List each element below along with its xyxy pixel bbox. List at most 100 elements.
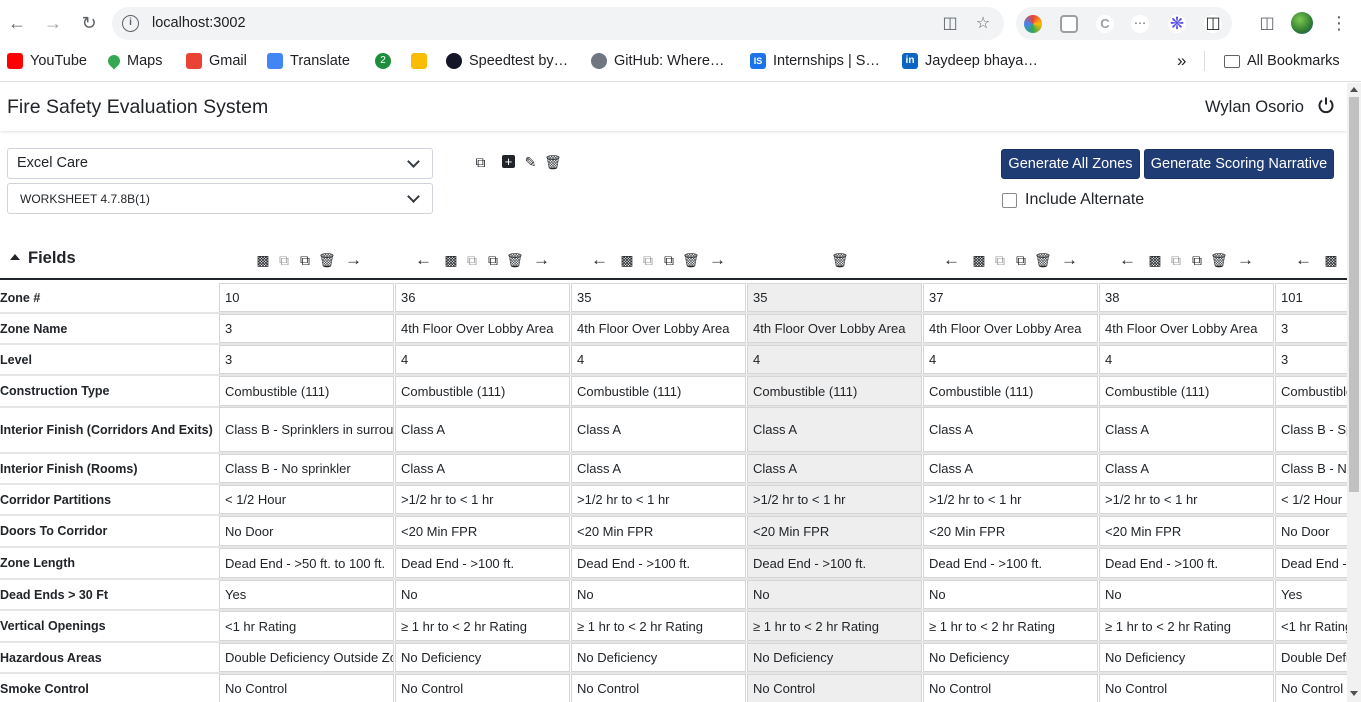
menu-kebab-icon[interactable]: ⋮ <box>1327 11 1351 35</box>
table-cell[interactable]: No Control <box>571 674 746 702</box>
table-cell[interactable]: <20 Min FPR <box>747 516 922 546</box>
table-cell[interactable]: Dead End - >100 ft. <box>395 548 570 578</box>
arrow-left-icon[interactable]: ← <box>943 251 960 268</box>
bookmark-translate[interactable]: Translate <box>267 51 350 71</box>
trash-icon[interactable]: 🗑 <box>318 252 336 268</box>
trash-icon[interactable]: 🗑 <box>1034 252 1052 268</box>
install-app-icon[interactable]: ◫ <box>941 15 959 33</box>
table-cell[interactable]: 36 <box>395 283 570 312</box>
gear-extension-icon[interactable]: ❋ <box>1168 15 1186 33</box>
table-cell[interactable]: 4th Floor Over Lobby Area <box>1099 314 1274 343</box>
power-icon[interactable] <box>1317 96 1335 114</box>
table-cell[interactable]: 4 <box>571 345 746 374</box>
table-cell[interactable]: ≥ 1 hr to < 2 hr Rating <box>395 611 570 641</box>
table-cell[interactable]: ≥ 1 hr to < 2 hr Rating <box>923 611 1098 641</box>
pdf-icon[interactable]: ▩ <box>971 252 987 268</box>
shield-extension-icon[interactable] <box>1060 15 1078 33</box>
table-cell[interactable]: <20 Min FPR <box>395 516 570 546</box>
table-cell[interactable]: Combustible (111) <box>395 376 570 406</box>
bookmark-maps[interactable]: Maps <box>105 51 162 71</box>
arrow-left-icon[interactable]: ← <box>415 251 432 268</box>
table-cell[interactable]: No <box>923 580 1098 609</box>
table-cell[interactable]: Double Deficiency Outside Zone <box>219 643 394 672</box>
table-cell[interactable]: No Control <box>923 674 1098 702</box>
table-cell[interactable]: < 1/2 Hour <box>1275 485 1347 514</box>
table-cell[interactable]: <20 Min FPR <box>571 516 746 546</box>
arrow-left-icon[interactable]: ← <box>1119 251 1136 268</box>
table-cell[interactable]: No <box>571 580 746 609</box>
table-cell[interactable]: Combustible (111) <box>1099 376 1274 406</box>
table-cell[interactable]: Class A <box>571 407 746 452</box>
table-cell[interactable]: Class A <box>923 407 1098 452</box>
bookmark-youtube[interactable]: YouTube <box>7 51 87 71</box>
code-extension-icon[interactable]: C <box>1096 15 1114 33</box>
all-bookmarks[interactable]: All Bookmarks <box>1224 51 1340 71</box>
color-extension-icon[interactable] <box>1024 15 1042 33</box>
bookmark-linkedin[interactable]: in Jaydeep bhaya… <box>902 51 1038 71</box>
trash-icon[interactable]: 🗑 <box>1210 252 1228 268</box>
table-cell[interactable]: No Control <box>1099 674 1274 702</box>
copy-icon[interactable]: ⧉ <box>1168 252 1184 268</box>
table-cell[interactable]: No Deficiency <box>747 643 922 672</box>
table-cell[interactable]: No Deficiency <box>923 643 1098 672</box>
table-cell[interactable]: 101 <box>1275 283 1347 312</box>
table-cell[interactable]: No Control <box>747 674 922 702</box>
table-cell[interactable]: Class A <box>747 454 922 483</box>
table-cell[interactable]: >1/2 hr to < 1 hr <box>1099 485 1274 514</box>
side-panel-icon[interactable]: ◫ <box>1255 11 1279 35</box>
generate-all-zones-button[interactable]: Generate All Zones <box>1001 149 1140 179</box>
table-cell[interactable]: Class A <box>395 454 570 483</box>
edit-icon[interactable]: ✎ <box>523 155 538 170</box>
table-cell[interactable]: 3 <box>1275 345 1347 374</box>
table-cell[interactable]: <20 Min FPR <box>923 516 1098 546</box>
dots-extension-icon[interactable]: ⋯ <box>1131 15 1149 33</box>
arrow-right-icon[interactable]: → <box>1237 251 1254 268</box>
bookmark-internships[interactable]: IS Internships | S… <box>750 51 880 71</box>
include-alternate-checkbox[interactable] <box>1002 193 1017 208</box>
pdf-icon[interactable]: ▩ <box>443 252 459 268</box>
table-cell[interactable]: <1 hr Rating <box>219 611 394 641</box>
arrow-left-icon[interactable]: ← <box>1295 251 1312 268</box>
worksheet-select[interactable]: WORKSHEET 4.7.8B(1) <box>7 183 433 214</box>
table-cell[interactable]: No Deficiency <box>571 643 746 672</box>
table-cell[interactable]: 3 <box>1275 314 1347 343</box>
table-cell[interactable]: 38 <box>1099 283 1274 312</box>
copy-icon[interactable]: ⧉ <box>276 252 292 268</box>
table-cell[interactable]: <1 hr Rating <box>1275 611 1347 641</box>
table-cell[interactable]: No Deficiency <box>1099 643 1274 672</box>
table-cell[interactable]: 4th Floor Over Lobby Area <box>747 314 922 343</box>
table-cell[interactable]: Combustible (111) <box>747 376 922 406</box>
table-cell[interactable]: 3 <box>219 345 394 374</box>
table-cell[interactable]: 4 <box>923 345 1098 374</box>
copy-icon[interactable]: ⧉ <box>640 252 656 268</box>
table-cell[interactable]: No Door <box>219 516 394 546</box>
forward-icon[interactable]: → <box>41 11 65 35</box>
table-cell[interactable]: Double Deficiency <box>1275 643 1347 672</box>
table-cell[interactable]: 4 <box>1099 345 1274 374</box>
table-cell[interactable]: Combustible (111) <box>1275 376 1347 406</box>
table-cell[interactable]: Class A <box>923 454 1098 483</box>
page-scrollbar[interactable] <box>1347 83 1361 702</box>
bookmark-gmail[interactable]: Gmail <box>186 51 247 71</box>
table-cell[interactable]: Combustible (111) <box>571 376 746 406</box>
table-cell[interactable]: 4th Floor Over Lobby Area <box>395 314 570 343</box>
reload-icon[interactable]: ↻ <box>77 11 101 35</box>
arrow-right-icon[interactable]: → <box>533 251 550 268</box>
bookmark-green-two[interactable]: 2 <box>375 51 398 71</box>
table-cell[interactable]: >1/2 hr to < 1 hr <box>923 485 1098 514</box>
copy-icon[interactable]: ⧉ <box>464 252 480 268</box>
arrow-right-icon[interactable]: → <box>709 251 726 268</box>
add-icon[interactable]: + <box>502 155 515 168</box>
table-cell[interactable]: Class A <box>1099 407 1274 452</box>
table-cell[interactable]: Class B - No sprinkler <box>1275 454 1347 483</box>
table-cell[interactable]: Class A <box>1099 454 1274 483</box>
scroll-thumb[interactable] <box>1349 97 1359 492</box>
address-bar[interactable]: i localhost:3002 ◫ ☆ <box>112 7 1004 40</box>
pdf-icon[interactable]: ▩ <box>619 252 635 268</box>
table-cell[interactable]: Class B - Sprinklers <box>1275 407 1347 452</box>
table-cell[interactable]: ≥ 1 hr to < 2 hr Rating <box>1099 611 1274 641</box>
table-cell[interactable]: Dead End - >50 ft. <box>1275 548 1347 578</box>
table-cell[interactable]: Dead End - >100 ft. <box>923 548 1098 578</box>
site-info-icon[interactable]: i <box>122 15 139 32</box>
generate-scoring-narrative-button[interactable]: Generate Scoring Narrative <box>1144 149 1334 179</box>
